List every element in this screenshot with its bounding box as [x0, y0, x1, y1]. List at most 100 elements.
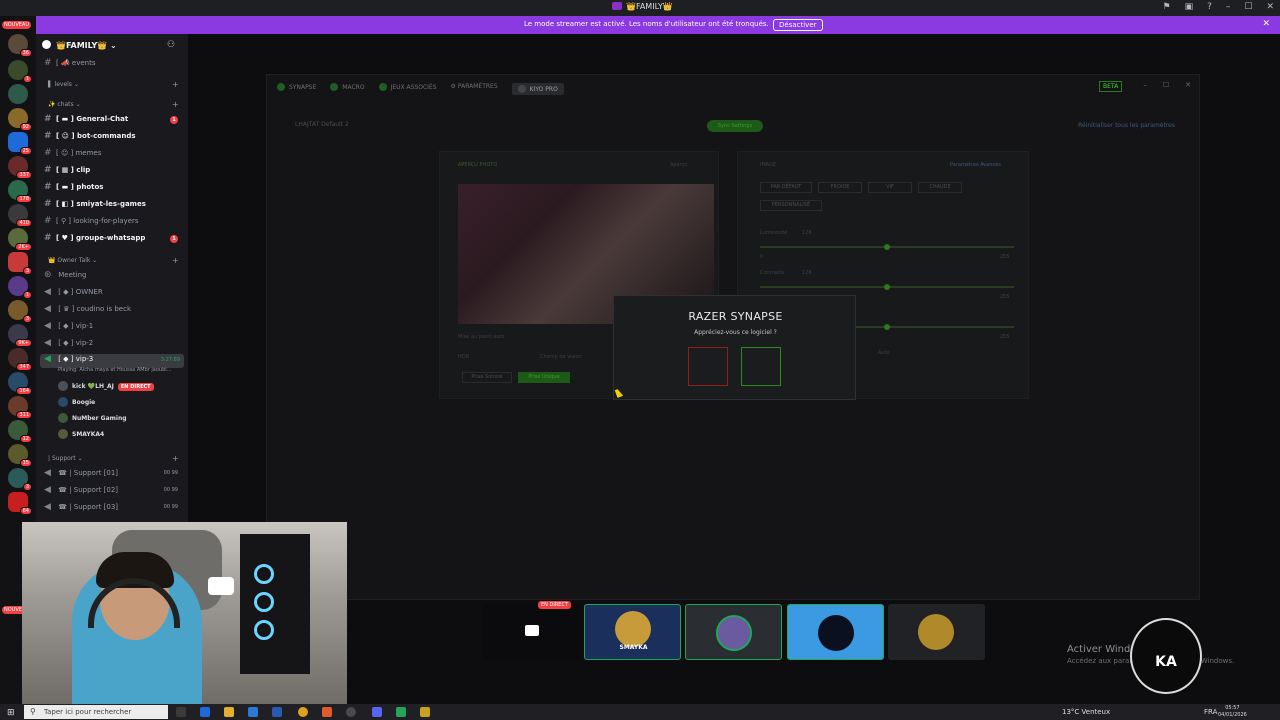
tab-synapse[interactable]: SYNAPSE [277, 83, 316, 95]
single-capture-button[interactable]: Prise Unique [518, 372, 570, 383]
tile-participant[interactable] [685, 604, 782, 660]
category-chats[interactable]: ✨ chats ⌄ + [48, 100, 179, 109]
preset-chaude[interactable]: CHAUDE [918, 182, 962, 193]
voice-vip-1[interactable]: ◀ [ ◆ ] vip-1 [44, 321, 184, 335]
voice-user[interactable]: kick 💚LH_AJ EN DIRECT [58, 381, 154, 395]
minimize-icon[interactable]: – [1143, 81, 1147, 89]
voice-support-02[interactable]: ◀ ☎ | Support [02] 00 99 [44, 485, 184, 499]
tile-participant[interactable] [888, 604, 985, 660]
discord-icon[interactable] [372, 707, 382, 717]
explorer-icon[interactable] [224, 707, 234, 717]
voice-vip-3[interactable]: ◀ [ ◆ ] vip-3 3:27:89 [40, 354, 184, 368]
task-view-icon[interactable] [176, 707, 186, 717]
server-icon[interactable]: 25 [8, 132, 32, 155]
disable-streamer-button[interactable]: Désactiver [773, 19, 823, 31]
server-icon[interactable] [8, 84, 28, 104]
server-icon[interactable]: 337 [8, 156, 32, 179]
tab-macro[interactable]: MACRO [330, 83, 365, 95]
language-indicator[interactable]: FRA [1204, 708, 1217, 716]
windows-start-icon[interactable]: ⊞ [7, 708, 15, 718]
voice-support-01[interactable]: ◀ ☎ | Support [01] 00 99 [44, 468, 184, 482]
app-icon[interactable] [420, 707, 430, 717]
close-icon[interactable]: ✕ [1266, 2, 1274, 12]
server-icon[interactable]: 15 [8, 444, 32, 467]
preset-default[interactable]: PAR DÉFAUT [760, 182, 812, 193]
server-icon[interactable]: 178 [8, 180, 32, 203]
channel-smiyat-les-games[interactable]: #[ ◧ ] smiyat-les-games [44, 199, 184, 213]
voice-coudino[interactable]: ◀ [ ♛ ] coudino is beck [44, 304, 184, 318]
pin-icon[interactable]: ⚑ [1163, 2, 1171, 12]
chrome-icon[interactable] [298, 707, 308, 717]
voice-owner[interactable]: ◀ [ ◆ ] OWNER [44, 287, 184, 301]
tile-smayka[interactable]: SMAYKA [584, 604, 681, 660]
taskbar-search[interactable]: ⚲ Taper ici pour rechercher [24, 705, 168, 719]
store-icon[interactable] [248, 707, 258, 717]
voice-user[interactable]: SMAYKA4 [58, 429, 104, 443]
channel-memes[interactable]: #[ ☺ ] memes [44, 148, 184, 162]
server-icon[interactable]: 311 [8, 396, 32, 419]
category-owner-talk[interactable]: 👑 Owner Talk ⌄ + [48, 256, 179, 265]
close-icon[interactable]: ✕ [1185, 81, 1191, 89]
thumbs-down-button[interactable] [688, 347, 728, 386]
thumbs-up-button[interactable] [741, 347, 781, 386]
contrast-slider[interactable] [760, 284, 1014, 290]
reset-link[interactable]: Réinitialiser tous les paramètres [1078, 122, 1175, 129]
server-icon[interactable]: 410 [8, 204, 32, 227]
channel-meeting[interactable]: ⊛ Meeting [44, 270, 184, 284]
voice-user[interactable]: NuMber Gaming [58, 413, 127, 427]
server-icon[interactable]: 1 [8, 60, 32, 83]
obs-icon[interactable] [346, 707, 356, 717]
weather-widget[interactable]: 13°C Venteux [1062, 708, 1110, 716]
server-icon[interactable]: 3 [8, 468, 32, 491]
preset-froide[interactable]: FROIDE [818, 182, 862, 193]
profile-select[interactable]: LHAJTAT Default 2 [295, 121, 349, 128]
channel-clip[interactable]: #[ ▦ ] clip [44, 165, 184, 179]
maximize-icon[interactable]: ☐ [1244, 2, 1252, 12]
server-icon[interactable]: 2K+ [8, 228, 32, 251]
voice-support-03[interactable]: ◀ ☎ | Support [03] 00 99 [44, 502, 184, 516]
tab-kiyo-pro[interactable]: KIYO PRO [511, 83, 564, 95]
channel-general-chat[interactable]: #[ ▬ ] General-Chat 1 [44, 114, 184, 128]
auto-checkbox[interactable]: Auto [878, 350, 890, 356]
tab-parametres[interactable]: ⚙ PARAMÈTRES [451, 83, 498, 95]
minimize-icon[interactable]: – [1226, 2, 1231, 12]
channel-photos[interactable]: #[ ▬ ] photos [44, 182, 184, 196]
brightness-value[interactable]: 128 [802, 230, 812, 236]
preset-vif[interactable]: VIF [868, 182, 912, 193]
channel-looking-for-players[interactable]: #[ ⚲ ] looking-for-players [44, 216, 184, 230]
system-clock[interactable]: 05:57 04/01/2026 [1218, 705, 1247, 719]
contrast-value[interactable]: 128 [802, 270, 812, 276]
capture-button[interactable]: Prise Sonore [462, 372, 512, 383]
server-icon[interactable]: 12 [8, 420, 32, 443]
server-icon[interactable]: 3 [8, 252, 32, 275]
server-icon[interactable]: 3 [8, 300, 32, 323]
advanced-link[interactable]: Paramètres Avancés [950, 162, 1001, 168]
tile-screen-share[interactable]: EN DIRECT [483, 601, 580, 660]
server-name[interactable]: 👑FAMILY👑 ⌄ [42, 40, 117, 50]
tile-participant[interactable] [787, 604, 884, 660]
razer-icon[interactable] [396, 707, 406, 717]
close-icon[interactable]: ✕ [1262, 19, 1270, 29]
category-levels[interactable]: ▌ levels ⌄ + [48, 80, 179, 89]
channel-events[interactable]: #[ 📣 events [44, 58, 184, 72]
voice-user[interactable]: Boogie [58, 397, 95, 411]
server-icon[interactable]: 164 [8, 372, 32, 395]
sync-button[interactable]: Sync Settings [707, 120, 763, 132]
tab-jeux[interactable]: JEUX ASSOCIÉS [378, 83, 437, 95]
inbox-icon[interactable]: ▣ [1185, 2, 1194, 12]
server-icon[interactable]: 36 [8, 34, 32, 57]
help-icon[interactable]: ? [1207, 2, 1212, 12]
category-support[interactable]: | Support ⌄ + [48, 454, 179, 463]
voice-vip-2[interactable]: ◀ [ ◆ ] vip-2 [44, 338, 184, 352]
brave-icon[interactable] [322, 707, 332, 717]
channel-bot-commands[interactable]: #[ ☺ ] bot-commands [44, 131, 184, 145]
server-icon[interactable]: 92 [8, 108, 32, 131]
mail-icon[interactable] [272, 707, 282, 717]
maximize-icon[interactable]: ☐ [1163, 81, 1169, 89]
server-icon[interactable]: 347 [8, 348, 32, 371]
server-icon[interactable]: 1 [8, 276, 32, 299]
edge-icon[interactable] [200, 707, 210, 717]
preset-personnalise[interactable]: PERSONNALISÉ [760, 200, 822, 211]
brightness-slider[interactable] [760, 244, 1014, 250]
server-icon[interactable]: 64 [8, 492, 32, 515]
